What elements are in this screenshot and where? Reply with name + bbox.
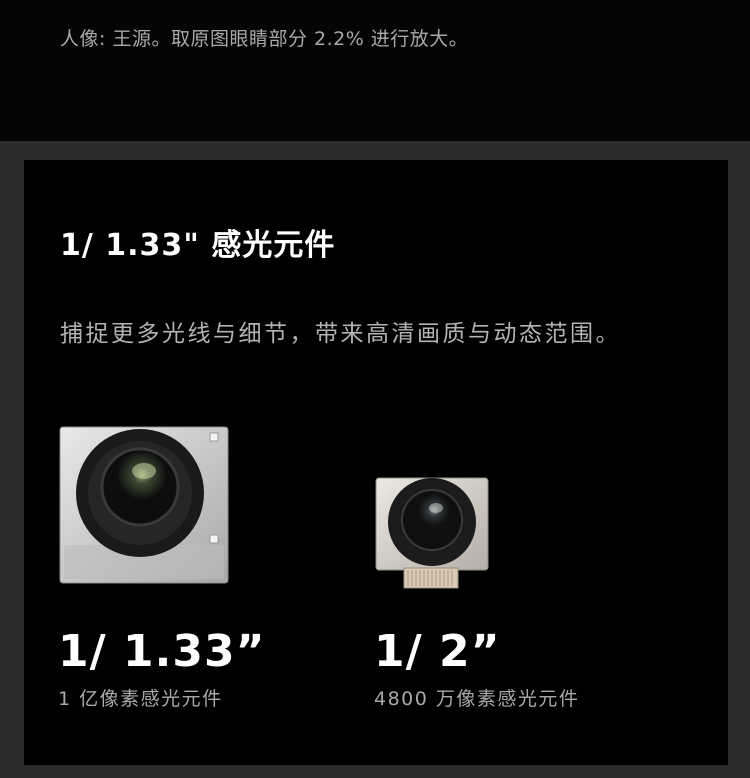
image-caption: 人像: 王源。取原图眼睛部分 2.2% 进行放大。	[60, 28, 469, 50]
large-sensor-image	[59, 426, 229, 584]
section-description: 捕捉更多光线与细节，带来高清画质与动态范围。	[60, 321, 621, 347]
small-sensor-label: 4800 万像素感光元件	[374, 688, 580, 710]
large-sensor-size: 1/ 1.33”	[58, 626, 266, 677]
section-title: 1/ 1.33" 感光元件	[60, 228, 336, 263]
caption-band: 人像: 王源。取原图眼睛部分 2.2% 进行放大。	[0, 0, 750, 141]
small-sensor-image	[375, 477, 489, 589]
small-sensor-size: 1/ 2”	[374, 626, 501, 677]
sensor-comparison-panel: 1/ 1.33" 感光元件 捕捉更多光线与细节，带来高清画质与动态范围。 1/ …	[24, 160, 728, 765]
large-sensor-label: 1 亿像素感光元件	[58, 688, 223, 710]
